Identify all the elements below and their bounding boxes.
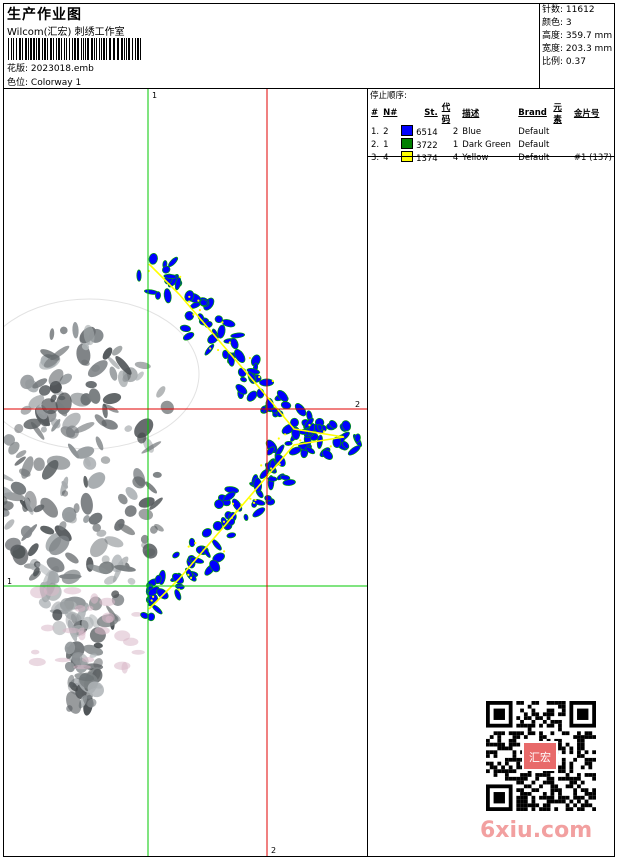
stop-needle: 1 — [383, 139, 389, 150]
colorway-row: 色位: Colorway 1 — [7, 75, 81, 88]
stop-sequence-title: 停止顺序: — [370, 91, 407, 101]
stop-row: 1. 2 6514 2 Blue Default — [369, 125, 614, 138]
stop-stitches: 6514 — [399, 125, 439, 138]
watermark-logo: 6xiu.com — [480, 818, 593, 843]
stop-stitches: 3722 — [399, 138, 439, 151]
company-name: Wilcom(汇宏) 刺绣工作室 — [7, 27, 125, 38]
embroidery-canvas — [4, 89, 367, 856]
stop-brand: Default — [518, 139, 550, 150]
stop-needle: 2 — [383, 126, 389, 137]
stop-element — [551, 125, 572, 138]
design-name-row: 花版: 2023018.emb — [7, 61, 94, 74]
stop-brand: Default — [518, 152, 550, 163]
stop-brand: Default — [518, 126, 550, 137]
color-swatch — [401, 138, 414, 149]
stop-index: 1. — [371, 126, 380, 137]
red-guide-label-right: 2 — [355, 400, 361, 409]
reference-artwork — [4, 322, 174, 716]
stop-row: 3. 4 1374 4 Yellow Default #1 (137) — [369, 151, 614, 164]
qr-code: 汇宏 — [486, 701, 596, 811]
stop-element — [551, 151, 572, 164]
col-code: 代码 — [441, 103, 451, 125]
stop-sequin: #1 (137) — [573, 152, 612, 163]
colorway-label: 色位: — [7, 78, 29, 88]
color-swatch — [401, 125, 414, 136]
embroidery-leaves — [136, 252, 363, 622]
col-needle: N# — [383, 108, 398, 118]
green-guide-label-top: 1 — [152, 91, 158, 100]
stop-sequin — [572, 138, 614, 151]
stop-index: 3. — [371, 152, 380, 163]
col-brand: Brand — [518, 108, 547, 118]
design-name-value: 2023018.emb — [30, 64, 94, 74]
design-name-label: 花版: — [7, 64, 29, 74]
col-index: # — [371, 108, 379, 118]
stop-code: 2 — [452, 126, 459, 137]
info-scale: 比例: 0.37 — [542, 57, 586, 67]
worksheet-title: 生产作业图 — [7, 7, 82, 23]
info-height: 高度: 359.7 mm — [542, 31, 613, 41]
info-width: 宽度: 203.3 mm — [542, 44, 613, 54]
stop-index: 2. — [371, 139, 380, 150]
stop-table-header: # N# St. 代码 描述 Brand 元素 金片号 — [369, 101, 614, 125]
col-sequin: 金片号 — [573, 109, 600, 119]
production-worksheet: 生产作业图 Wilcom(汇宏) 刺绣工作室 花版: 2023018.emb 色… — [3, 3, 615, 857]
stop-element — [551, 138, 572, 151]
design-info-panel: 针数: 11612 颜色: 3 高度: 359.7 mm 宽度: 203.3 m… — [540, 4, 614, 89]
green-guide-label-left: 1 — [7, 577, 13, 586]
stop-code: 4 — [452, 152, 459, 163]
info-stitches: 针数: 11612 — [542, 5, 595, 15]
panel-divider — [368, 156, 614, 157]
col-element: 元素 — [553, 103, 562, 125]
header-panel: 生产作业图 Wilcom(汇宏) 刺绣工作室 花版: 2023018.emb 色… — [4, 4, 540, 89]
stop-sequence-table: # N# St. 代码 描述 Brand 元素 金片号 1. 2 6514 2 Blu… — [369, 101, 614, 164]
stop-code: 1 — [452, 139, 459, 150]
col-description: 描述 — [462, 109, 480, 119]
design-preview: 1 1 2 2 — [4, 89, 367, 856]
col-stitches: St. — [424, 108, 438, 118]
stop-sequin — [572, 125, 614, 138]
stop-stitches: 1374 — [399, 151, 439, 164]
stop-needle: 4 — [383, 152, 389, 163]
barcode — [8, 38, 141, 60]
qr-seal-text: 汇宏 — [529, 750, 551, 764]
red-guide-label-bottom: 2 — [271, 846, 277, 855]
colorway-value: Colorway 1 — [30, 78, 82, 88]
stop-row: 2. 1 3722 1 Dark Green Default — [369, 138, 614, 151]
stop-description: Dark Green — [462, 139, 511, 150]
info-colors: 颜色: 3 — [542, 18, 572, 28]
stop-description: Yellow — [462, 152, 489, 163]
stop-description: Blue — [462, 126, 482, 137]
